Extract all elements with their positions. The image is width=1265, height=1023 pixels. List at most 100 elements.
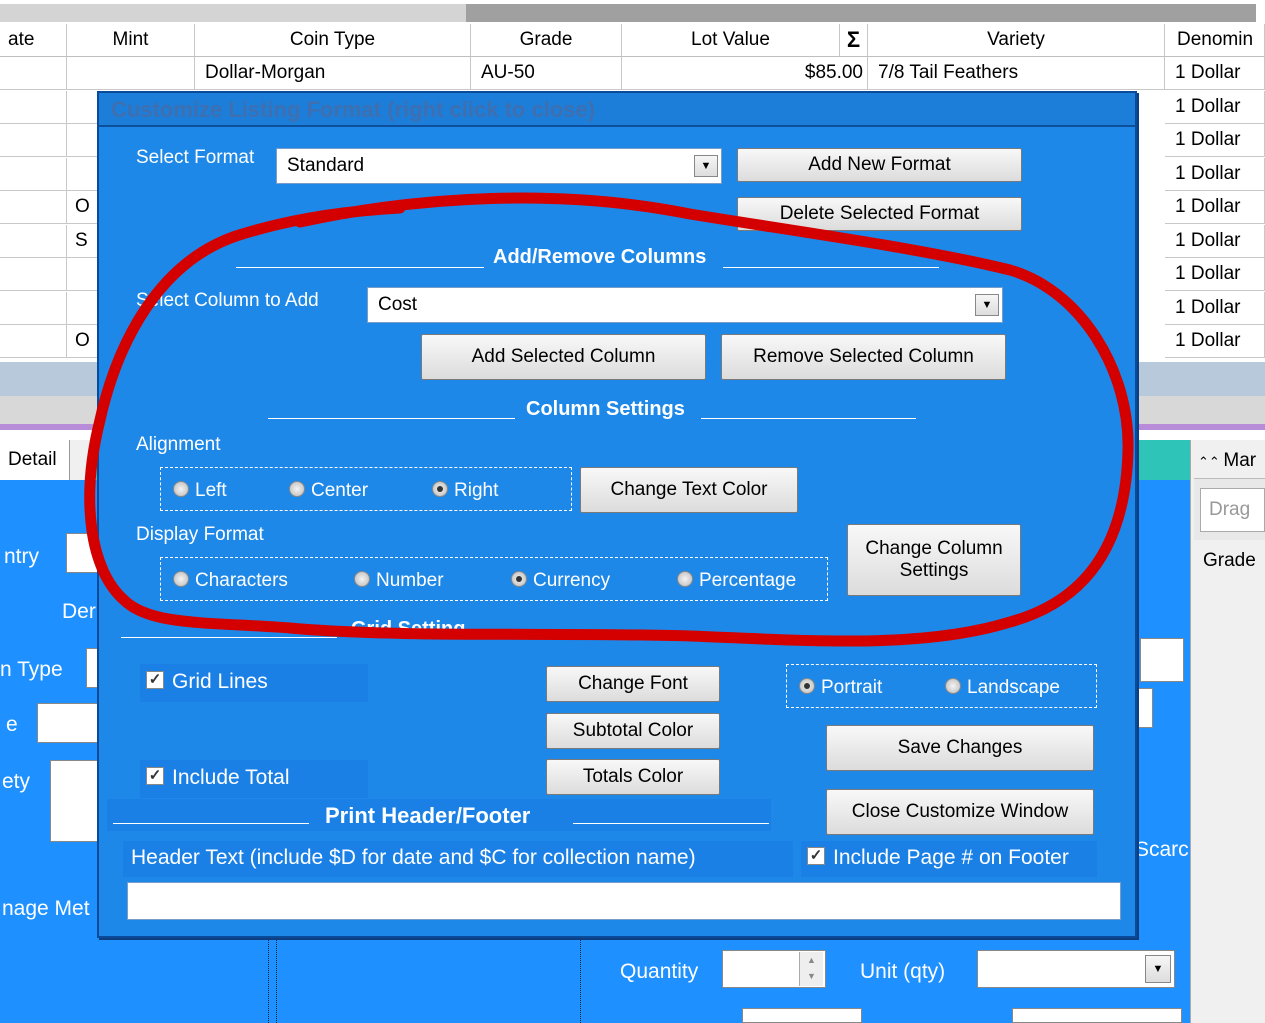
align-center-label: Center — [311, 480, 369, 501]
format-percentage-radio[interactable]: Percentage — [677, 570, 796, 592]
table-cell-denomination[interactable]: 1 Dollar — [1165, 191, 1265, 224]
divider — [121, 637, 337, 638]
align-right-radio[interactable]: Right — [432, 480, 498, 502]
column-select[interactable]: Cost ▼ — [367, 287, 1003, 323]
save-changes-button[interactable]: Save Changes — [826, 725, 1094, 771]
table-cell[interactable] — [0, 224, 67, 258]
table-cell-grade[interactable]: AU-50 — [471, 57, 622, 90]
dialog-title[interactable]: Customize Listing Format (right click to… — [99, 93, 1135, 127]
change-font-button[interactable]: Change Font — [546, 666, 720, 702]
table-cell-denomination[interactable]: 1 Dollar — [1165, 224, 1265, 258]
table-cell-denomination[interactable]: 1 Dollar — [1165, 124, 1265, 157]
format-currency-radio[interactable]: Currency — [511, 570, 610, 592]
table-cell[interactable] — [0, 258, 67, 291]
format-characters-radio[interactable]: Characters — [173, 570, 288, 592]
subtotal-color-button[interactable]: Subtotal Color — [546, 713, 720, 749]
drag-header-box[interactable]: Drag — [1200, 488, 1265, 532]
add-new-format-button[interactable]: Add New Format — [737, 148, 1022, 182]
scrollbar-thumb[interactable] — [466, 4, 1256, 22]
field-box[interactable] — [742, 1008, 862, 1023]
divider — [580, 940, 582, 1023]
radio-icon[interactable] — [945, 677, 961, 694]
right-panel-header[interactable]: ⌃⌃ Mar — [1198, 450, 1256, 472]
table-cell[interactable] — [0, 157, 67, 191]
radio-icon[interactable] — [289, 480, 305, 497]
format-select[interactable]: Standard ▼ — [276, 148, 722, 184]
checkmark-icon[interactable]: ✓ — [807, 847, 825, 866]
collapse-icon[interactable]: ⌃⌃ — [1198, 454, 1223, 469]
radio-selected-icon[interactable] — [511, 570, 527, 587]
totals-color-button[interactable]: Totals Color — [546, 759, 720, 795]
chevron-down-icon[interactable]: ▼ — [694, 155, 718, 177]
table-cell[interactable] — [0, 124, 67, 157]
column-header-coin-type[interactable]: Coin Type — [195, 24, 471, 57]
add-selected-column-button[interactable]: Add Selected Column — [421, 334, 706, 380]
sum-icon[interactable]: Σ — [840, 24, 868, 57]
column-header-mint[interactable]: Mint — [67, 24, 195, 57]
radio-icon[interactable] — [173, 570, 189, 587]
table-cell[interactable] — [0, 191, 67, 224]
column-header-variety[interactable]: Variety — [868, 24, 1165, 57]
divider — [276, 940, 278, 1023]
landscape-radio[interactable]: Landscape — [945, 677, 1060, 699]
column-header-date[interactable]: ate — [0, 24, 67, 57]
format-percentage-label: Percentage — [699, 570, 797, 591]
table-cell-coin-type[interactable]: Dollar-Morgan — [195, 57, 471, 90]
table-cell-lot-value[interactable]: $85.00 — [622, 57, 868, 90]
radio-selected-icon[interactable] — [799, 677, 815, 694]
table-cell-variety[interactable]: 7/8 Tail Feathers — [868, 57, 1165, 90]
include-page-number-checkbox[interactable]: ✓ Include Page # on Footer — [801, 841, 1097, 877]
table-cell[interactable] — [0, 325, 67, 358]
include-total-checkbox[interactable]: ✓ Include Total — [140, 760, 368, 798]
table-cell[interactable] — [67, 57, 195, 90]
include-total-label: Include Total — [172, 766, 290, 789]
denomination-label: Der — [62, 600, 96, 623]
portrait-radio[interactable]: Portrait — [799, 677, 882, 699]
coin-type-label: n Type — [0, 658, 63, 681]
scrollbar-track[interactable] — [0, 4, 466, 22]
header-text-input[interactable] — [127, 882, 1121, 920]
align-center-radio[interactable]: Center — [289, 480, 368, 502]
table-cell[interactable] — [0, 291, 67, 325]
close-customize-window-button[interactable]: Close Customize Window — [826, 789, 1094, 835]
column-settings-header: Column Settings — [526, 398, 685, 420]
change-text-color-button[interactable]: Change Text Color — [580, 467, 798, 513]
format-currency-label: Currency — [533, 570, 611, 591]
header-text-label: Header Text (include $D for date and $C … — [131, 846, 696, 869]
remove-selected-column-button[interactable]: Remove Selected Column — [721, 334, 1006, 380]
table-cell-denomination[interactable]: 1 Dollar — [1165, 291, 1265, 325]
table-cell-denomination[interactable]: 1 Dollar — [1165, 90, 1265, 124]
format-number-radio[interactable]: Number — [354, 570, 444, 592]
column-header-lot-value[interactable]: Lot Value — [622, 24, 840, 57]
customize-listing-dialog[interactable]: Customize Listing Format (right click to… — [97, 91, 1137, 938]
field-box[interactable] — [1012, 1008, 1182, 1023]
checkmark-icon[interactable]: ✓ — [146, 671, 164, 690]
divider — [573, 823, 769, 824]
change-column-settings-button[interactable]: Change Column Settings — [847, 524, 1021, 596]
checkmark-icon[interactable]: ✓ — [146, 767, 164, 786]
table-cell-denomination[interactable]: 1 Dollar — [1165, 325, 1265, 358]
column-header-denomination[interactable]: Denomin — [1165, 24, 1265, 57]
radio-selected-icon[interactable] — [432, 480, 448, 497]
table-cell[interactable] — [0, 57, 67, 90]
column-header-grade[interactable]: Grade — [471, 24, 622, 57]
chevron-down-icon[interactable]: ▼ — [975, 294, 999, 316]
table-cell-denomination[interactable]: 1 Dollar — [1165, 258, 1265, 291]
tab-detail[interactable]: Detail — [0, 440, 70, 480]
column-value: Cost — [378, 294, 418, 315]
table-cell[interactable] — [0, 90, 67, 124]
grade-column-label: Grade — [1203, 550, 1256, 571]
chevron-down-icon[interactable]: ▼ — [1145, 955, 1171, 983]
grid-lines-checkbox[interactable]: ✓ Grid Lines — [140, 664, 368, 702]
align-left-radio[interactable]: Left — [173, 480, 227, 502]
radio-icon[interactable] — [354, 570, 370, 587]
delete-selected-format-button[interactable]: Delete Selected Format — [737, 197, 1022, 231]
field-box[interactable] — [1137, 688, 1153, 728]
alignment-label: Alignment — [136, 434, 221, 455]
radio-icon[interactable] — [173, 480, 189, 497]
table-cell-denomination[interactable]: 1 Dollar — [1165, 57, 1265, 90]
stepper-arrows-icon[interactable]: ▲ ▼ — [799, 952, 823, 986]
radio-icon[interactable] — [677, 570, 693, 587]
field-box[interactable] — [1140, 638, 1184, 682]
table-cell-denomination[interactable]: 1 Dollar — [1165, 157, 1265, 191]
